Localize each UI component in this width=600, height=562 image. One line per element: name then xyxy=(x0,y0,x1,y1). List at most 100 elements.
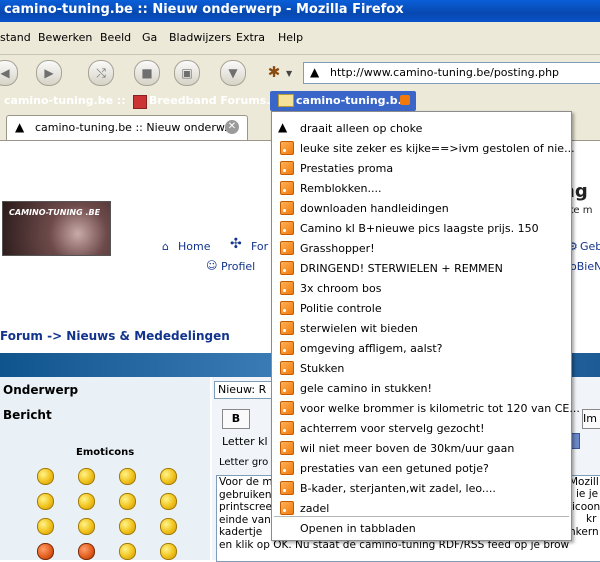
emoticon-cry-icon[interactable] xyxy=(160,518,177,535)
nav-profiel[interactable]: Profiel xyxy=(221,260,255,273)
rss-item-icon xyxy=(280,361,294,375)
tab-label: camino-tuning.be :: Nieuw onderw... xyxy=(35,121,235,134)
feed-item-label: Prestaties proma xyxy=(300,162,394,175)
breedband-icon xyxy=(133,95,147,109)
emoticon-embarrassed-icon[interactable] xyxy=(119,518,136,535)
tab-close-icon[interactable]: ✕ xyxy=(225,120,239,134)
feed-item-label: Politie controle xyxy=(300,302,382,315)
site-favicon-icon: ▲ xyxy=(310,65,320,79)
rss-item-icon xyxy=(280,181,294,195)
emoticon-smile-icon[interactable] xyxy=(37,468,54,485)
rss-item-icon xyxy=(280,421,294,435)
site-logo[interactable]: CAMINO-TUNING .BE xyxy=(2,201,111,256)
emoticon-razz-icon[interactable] xyxy=(78,518,95,535)
textarea-right-fragment: ie je xyxy=(576,488,599,500)
emoticon-rolleyes-icon[interactable] xyxy=(119,543,136,560)
form-labels-column xyxy=(0,377,210,560)
tab-favicon-icon: ▲ xyxy=(15,120,25,134)
emoticon-cool-icon[interactable] xyxy=(119,493,136,510)
textarea-right-fragment: nkern xyxy=(569,526,599,538)
feed-item[interactable]: prestaties van een getuned potje? xyxy=(272,458,571,478)
rss-item-icon xyxy=(280,301,294,315)
address-bar[interactable]: ▲ http://www.camino-tuning.be/posting.ph… xyxy=(303,62,600,84)
url-text[interactable]: http://www.camino-tuning.be/posting.php xyxy=(330,66,559,79)
feed-item-label: wil niet meer boven de 30km/uur gaan xyxy=(300,442,515,455)
feed-item[interactable]: wil niet meer boven de 30km/uur gaan xyxy=(272,438,571,458)
emoticon-twisted-icon[interactable] xyxy=(78,543,95,560)
open-in-tabs-label: Openen in tabbladen xyxy=(300,522,416,535)
breadcrumb[interactable]: Forum -> Nieuws & Mededelingen xyxy=(0,329,230,343)
reload-icon[interactable]: ⤭ xyxy=(88,60,114,86)
feed-item[interactable]: gele camino in stukken! xyxy=(272,378,571,398)
rss-icon xyxy=(400,95,410,105)
menu-stand[interactable]: stand xyxy=(0,31,31,44)
open-in-tabs-item[interactable]: Openen in tabbladen xyxy=(272,518,571,538)
feed-item[interactable]: voor welke brommer is kilometric tot 120… xyxy=(272,398,580,418)
feed-item[interactable]: B-kader, sterjanten,wit zadel, leo.... xyxy=(272,478,571,498)
emoticon-sad-icon[interactable] xyxy=(119,468,136,485)
feed-item-label: voor welke brommer is kilometric tot 120… xyxy=(300,402,580,415)
menu-bewerken[interactable]: Bewerken xyxy=(38,31,92,44)
emoticon-surprised-icon[interactable] xyxy=(160,468,177,485)
nav-home[interactable]: Home xyxy=(178,240,210,253)
save-icon[interactable]: ▣ xyxy=(174,60,200,86)
feed-item[interactable]: downloaden handleidingen xyxy=(272,198,571,218)
nav-right2[interactable]: oBieN xyxy=(570,260,600,273)
nav-right1[interactable]: Geb xyxy=(580,240,600,253)
forward-button[interactable]: ▶ xyxy=(36,60,62,86)
emoticon-evil-icon[interactable] xyxy=(37,543,54,560)
feed-item[interactable]: sterwielen wit bieden xyxy=(272,318,571,338)
menu-help[interactable]: Help xyxy=(278,31,303,44)
image-button[interactable]: Im xyxy=(582,409,600,429)
rss-item-icon xyxy=(280,281,294,295)
menu-bladwijzers[interactable]: Bladwijzers xyxy=(169,31,231,44)
feed-item[interactable]: Politie controle xyxy=(272,298,571,318)
back-button[interactable]: ◀ xyxy=(0,60,18,86)
download-icon[interactable]: ▼ xyxy=(220,60,246,86)
feed-item-label: prestaties van een getuned potje? xyxy=(300,462,489,475)
feed-item[interactable]: Camino kl B+nieuwe pics laagste prijs. 1… xyxy=(272,218,571,238)
subject-input[interactable]: Nieuw: R xyxy=(214,381,276,399)
feed-item[interactable]: DRINGEND! STERWIELEN + REMMEN xyxy=(272,258,571,278)
menu-ga[interactable]: Ga xyxy=(142,31,157,44)
emoticon-eek-icon[interactable] xyxy=(37,493,54,510)
forum-icon: ✣ xyxy=(230,236,242,252)
emoticon-mad-icon[interactable] xyxy=(37,518,54,535)
feed-item-label: sterwielen wit bieden xyxy=(300,322,418,335)
feed-item[interactable]: achterrem voor stervelg gezocht! xyxy=(272,418,571,438)
rss-item-icon xyxy=(280,481,294,495)
emoticon-lol-icon[interactable] xyxy=(160,493,177,510)
feed-item[interactable]: Grasshopper! xyxy=(272,238,571,258)
menu-separator xyxy=(274,516,569,517)
feed-item[interactable]: omgeving affligem, aalst? xyxy=(272,338,571,358)
menu-bar: stand Bewerken Beeld Ga Bladwijzers Extr… xyxy=(0,22,600,55)
profile-icon: ☺ xyxy=(206,259,218,272)
emoticon-grin-icon[interactable] xyxy=(78,468,95,485)
feed-item-label: DRINGEND! STERWIELEN + REMMEN xyxy=(300,262,503,275)
feed-item[interactable]: Remblokken.... xyxy=(272,178,571,198)
emoticon-confused-icon[interactable] xyxy=(78,493,95,510)
feed-item[interactable]: Stukken xyxy=(272,358,571,378)
live-bookmark-active[interactable]: camino-tuning.b... xyxy=(270,91,416,111)
bug-icon[interactable]: ✱ xyxy=(262,60,286,84)
feed-item[interactable]: Prestaties proma xyxy=(272,158,571,178)
bookmark-camino-feed[interactable]: camino-tuning.b... xyxy=(296,94,410,107)
textarea-right-fragment: Mozill xyxy=(569,476,599,488)
menu-beeld[interactable]: Beeld xyxy=(100,31,131,44)
emoticon-wink-icon[interactable] xyxy=(160,543,177,560)
nav-forum[interactable]: For xyxy=(251,240,268,253)
bold-button[interactable]: B xyxy=(222,409,250,429)
rss-item-icon xyxy=(280,201,294,215)
feed-item[interactable]: 3x chroom bos xyxy=(272,278,571,298)
feed-item[interactable]: zadel xyxy=(272,498,571,518)
menu-extra[interactable]: Extra xyxy=(236,31,265,44)
feed-item-label: Camino kl B+nieuwe pics laagste prijs. 1… xyxy=(300,222,539,235)
feed-item[interactable]: ▲ draait alleen op choke xyxy=(272,118,571,138)
dropdown-arrow-icon[interactable]: ▼ xyxy=(286,69,292,78)
folder-icon xyxy=(278,94,294,107)
stop-icon[interactable]: ■ xyxy=(134,60,160,86)
bookmark-breedband[interactable]: Breedband Forums... xyxy=(149,94,279,107)
tab-camino-tuning[interactable]: ▲ camino-tuning.be :: Nieuw onderw... ✕ xyxy=(6,115,248,140)
bookmark-camino-tuning[interactable]: camino-tuning.be :: xyxy=(4,94,126,107)
feed-item[interactable]: leuke site zeker es kijke==>ivm gestolen… xyxy=(272,138,575,158)
